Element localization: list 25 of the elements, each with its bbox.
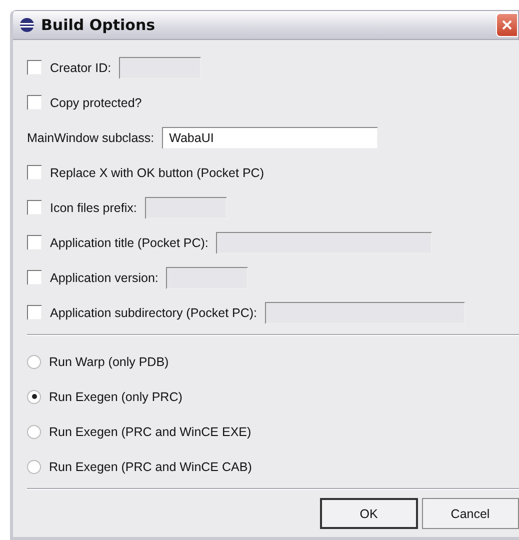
option-label: Application version: xyxy=(50,270,158,284)
radio-label: Run Exegen (PRC and WinCE CAB) xyxy=(49,460,252,474)
radio-button[interactable] xyxy=(27,424,41,438)
option-label: MainWindow subclass: xyxy=(27,130,154,144)
option-label: Copy protected? xyxy=(50,96,142,110)
text-field[interactable]: WabaUI xyxy=(162,126,378,148)
radio-button[interactable] xyxy=(27,354,41,368)
radio-button[interactable] xyxy=(27,460,41,474)
radio-button[interactable] xyxy=(27,390,41,404)
checkbox[interactable] xyxy=(27,165,42,180)
radio-label: Run Exegen (PRC and WinCE EXE) xyxy=(49,424,252,438)
radio-label: Run Warp (only PDB) xyxy=(49,354,169,368)
window-title: Build Options xyxy=(41,16,156,34)
sphere-icon xyxy=(19,17,35,33)
ok-button[interactable]: OK xyxy=(320,498,418,529)
close-button[interactable] xyxy=(496,13,518,37)
checkbox[interactable] xyxy=(27,95,42,110)
option-label: Application subdirectory (Pocket PC): xyxy=(50,306,258,320)
option-label: Creator ID: xyxy=(50,60,112,74)
close-icon xyxy=(501,19,513,31)
radio-label: Run Exegen (only PRC) xyxy=(49,390,182,404)
option-label: Application title (Pocket PC): xyxy=(50,236,208,250)
option-label: Replace X with OK button (Pocket PC) xyxy=(50,166,264,180)
option-label: Icon files prefix: xyxy=(50,200,137,214)
cancel-button[interactable]: Cancel xyxy=(422,498,519,529)
